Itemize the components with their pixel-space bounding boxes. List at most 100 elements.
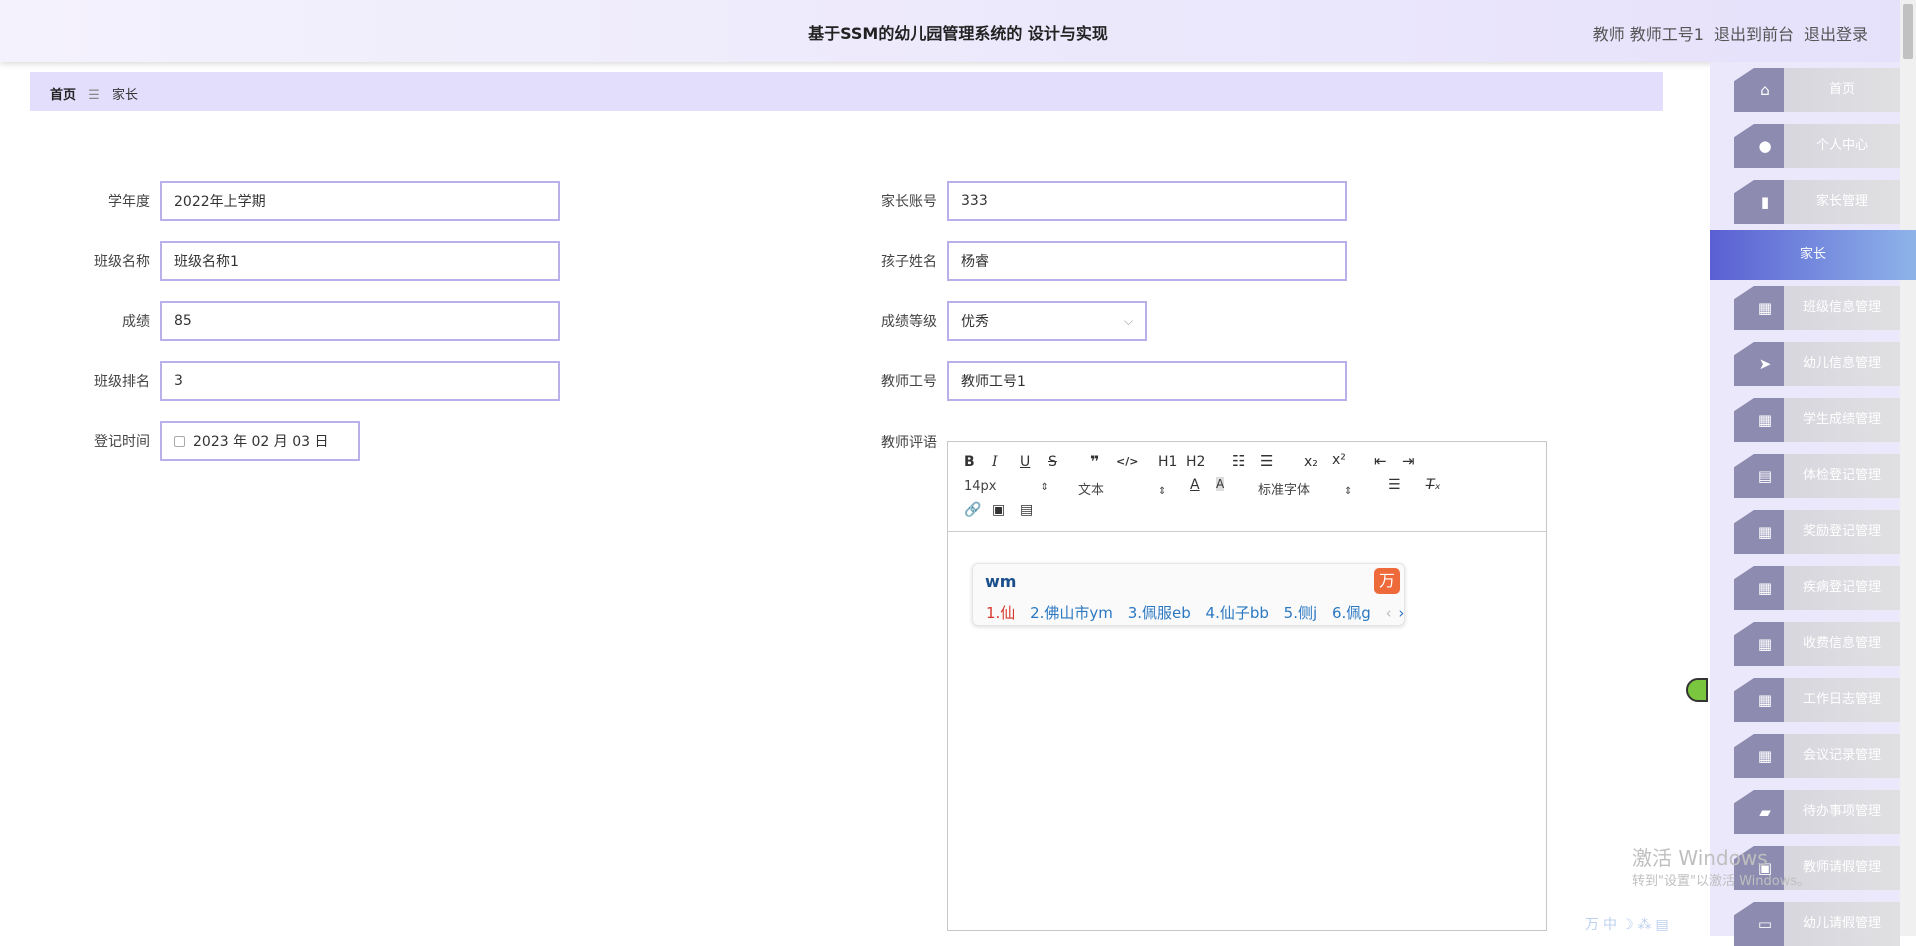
indent-icon[interactable]: ⇥ <box>1402 452 1415 470</box>
sidebar-item-label: 幼儿信息管理 <box>1802 356 1881 371</box>
strike-icon[interactable]: S <box>1048 454 1057 470</box>
teacher-comment-label: 教师评语 <box>881 435 937 451</box>
ime-logo-icon[interactable]: 万 <box>1374 568 1400 594</box>
h1-button[interactable]: H1 <box>1158 454 1177 470</box>
h1-label: H1 <box>1158 454 1178 470</box>
sidebar-item-disease[interactable]: ▦ 疾病登记管理 <box>1734 566 1900 610</box>
link-icon[interactable]: 🔗 <box>964 502 981 518</box>
font-color-icon[interactable]: A <box>1190 477 1200 493</box>
sidebar-item-label: 收费信息管理 <box>1802 636 1881 651</box>
sidebar-item-checkup[interactable]: ▤ 体检登记管理 <box>1734 454 1900 498</box>
ordered-list-icon[interactable]: ☷ <box>1232 452 1245 470</box>
score-input[interactable]: 85 <box>160 301 560 341</box>
comment-editor: B I U S ❞ </> H1 H2 ☷ ☰ x₂ x² ⇤ ⇥ 14px ⇕ … <box>947 441 1547 931</box>
font-family-select[interactable]: 标准字体 ⇕ <box>1258 479 1352 498</box>
h2-button[interactable]: H2 <box>1186 454 1205 470</box>
font-family-value: 标准字体 <box>1258 483 1311 498</box>
bold-icon[interactable]: B <box>964 454 975 470</box>
clear-format-icon[interactable]: T̶ₓ <box>1426 477 1441 493</box>
chevron-left-icon[interactable]: ‹ <box>1386 604 1392 622</box>
logout-link[interactable]: 退出登录 <box>1804 21 1868 45</box>
class-name-input[interactable]: 班级名称1 <box>160 241 560 281</box>
superscript-icon[interactable]: x² <box>1332 452 1346 468</box>
sidebar-item-label: 工作日志管理 <box>1802 692 1881 707</box>
ime-candidate[interactable]: 5.侧j <box>1284 604 1317 622</box>
teacher-id-input[interactable]: 教师工号1 <box>947 361 1347 401</box>
teacher-id-label: 教师工号 <box>881 374 937 390</box>
underline-icon[interactable]: U <box>1020 454 1030 470</box>
register-time-label: 登记时间 <box>94 434 150 450</box>
scrollbar-thumb[interactable] <box>1903 4 1913 59</box>
chevron-right-icon[interactable]: › <box>1398 604 1404 622</box>
parent-account-label: 家长账号 <box>881 194 937 210</box>
video-icon[interactable]: ▤ <box>1020 502 1033 518</box>
background-color-icon[interactable]: A <box>1216 477 1225 491</box>
align-icon[interactable]: ☰ <box>1388 477 1401 493</box>
field-teacher-id: 教师工号 教师工号1 <box>867 361 1347 401</box>
ime-candidate[interactable]: 6.佩g <box>1332 604 1371 622</box>
breadcrumb-home[interactable]: 首页 <box>50 88 76 103</box>
register-time-value: 2023 年 02 月 03 日 <box>193 434 329 450</box>
breadcrumb-current: 家长 <box>111 88 138 103</box>
sidebar-item-worklog[interactable]: ▦ 工作日志管理 <box>1734 678 1900 722</box>
ime-candidate[interactable]: 4.仙子bb <box>1206 604 1269 622</box>
sidebar-item-meeting[interactable]: ▦ 会议记录管理 <box>1734 734 1900 778</box>
subscript-icon[interactable]: x₂ <box>1304 454 1318 470</box>
h2-label: H2 <box>1186 454 1206 470</box>
page-scrollbar[interactable] <box>1900 0 1916 936</box>
sidebar-item-child-leave[interactable]: ▭ 幼儿请假管理 <box>1734 902 1900 946</box>
activation-watermark-title: 激活 Windows <box>1632 846 1768 870</box>
sidebar-item-home[interactable]: ⌂ 首页 <box>1734 68 1900 112</box>
school-year-input[interactable]: 2022年上学期 <box>160 181 560 221</box>
score-level-value: 优秀 <box>961 314 989 330</box>
sidebar-item-fee[interactable]: ▦ 收费信息管理 <box>1734 622 1900 666</box>
header-type-value: 文本 <box>1078 483 1105 498</box>
register-time-picker[interactable]: 2023 年 02 月 03 日 <box>160 421 360 461</box>
ime-candidate-window: wm 万 1.仙 2.佛山市ym 3.佩服eb 4.仙子bb 5.侧j 6.佩g… <box>972 563 1405 626</box>
editor-toolbar: B I U S ❞ </> H1 H2 ☷ ☰ x₂ x² ⇤ ⇥ 14px ⇕ … <box>948 442 1546 532</box>
outdent-icon[interactable]: ⇤ <box>1374 452 1387 470</box>
menu-icon: ☰ <box>88 88 100 103</box>
sidebar-item-reward[interactable]: ▦ 奖励登记管理 <box>1734 510 1900 554</box>
sidebar-item-profile[interactable]: ● 个人中心 <box>1734 124 1900 168</box>
front-link[interactable]: 退出到前台 <box>1714 21 1794 45</box>
field-score-level: 成绩等级 优秀 ⌵ <box>867 301 1147 341</box>
code-icon[interactable]: </> <box>1116 455 1138 468</box>
sort-icon: ⇕ <box>1344 486 1353 497</box>
ime-input-code: wm <box>985 572 1017 591</box>
chevron-down-icon: ⌵ <box>1123 313 1133 328</box>
ime-candidate[interactable]: 3.佩服eb <box>1128 604 1191 622</box>
field-register-time: 登记时间 2023 年 02 月 03 日 <box>80 421 360 461</box>
sidebar-item-parent[interactable]: 家长 <box>1710 230 1916 280</box>
ime-candidates: 1.仙 2.佛山市ym 3.佩服eb 4.仙子bb 5.侧j 6.佩g ‹ › <box>986 602 1414 623</box>
score-label: 成绩 <box>122 314 150 330</box>
sidebar-item-student-score[interactable]: ▦ 学生成绩管理 <box>1734 398 1900 442</box>
field-class-name: 班级名称 班级名称1 <box>80 241 560 281</box>
sidebar-item-child-info[interactable]: ➤ 幼儿信息管理 <box>1734 342 1900 386</box>
score-level-select[interactable]: 优秀 ⌵ <box>947 301 1147 341</box>
floating-widget[interactable] <box>1686 678 1708 702</box>
parent-account-input[interactable]: 333 <box>947 181 1347 221</box>
image-icon[interactable]: ▣ <box>992 502 1005 518</box>
score-level-label: 成绩等级 <box>881 314 937 330</box>
activation-watermark-text: 转到"设置"以激活 Windows。 <box>1632 874 1811 889</box>
italic-icon[interactable]: I <box>992 454 998 470</box>
child-name-input[interactable]: 杨睿 <box>947 241 1347 281</box>
sidebar-item-label: 班级信息管理 <box>1802 300 1881 315</box>
top-bar: 基于SSM的幼儿园管理系统的 设计与实现 教师 教师工号1 退出到前台 退出登录 <box>0 0 1906 62</box>
sidebar-item-class-info[interactable]: ▦ 班级信息管理 <box>1734 286 1900 330</box>
class-name-label: 班级名称 <box>94 254 150 270</box>
bullet-list-icon[interactable]: ☰ <box>1260 452 1273 470</box>
sidebar-item-todo[interactable]: ▰ 待办事项管理 <box>1734 790 1900 834</box>
quote-icon[interactable]: ❞ <box>1090 452 1099 471</box>
ime-candidate[interactable]: 1.仙 <box>986 604 1015 622</box>
sidebar-item-label: 学生成绩管理 <box>1802 412 1881 427</box>
ime-tray-icons: 万中☽⁂▤ <box>1585 917 1673 933</box>
field-teacher-comment: 教师评语 <box>867 432 937 452</box>
header-type-select[interactable]: 文本 ⇕ <box>1078 479 1166 498</box>
class-rank-input[interactable]: 3 <box>160 361 560 401</box>
font-size-select[interactable]: 14px ⇕ <box>964 479 1049 494</box>
sidebar-item-parent-management[interactable]: ▮ 家长管理 <box>1734 180 1900 224</box>
ime-candidate[interactable]: 2.佛山市ym <box>1030 604 1113 622</box>
field-school-year: 学年度 2022年上学期 <box>80 181 560 221</box>
